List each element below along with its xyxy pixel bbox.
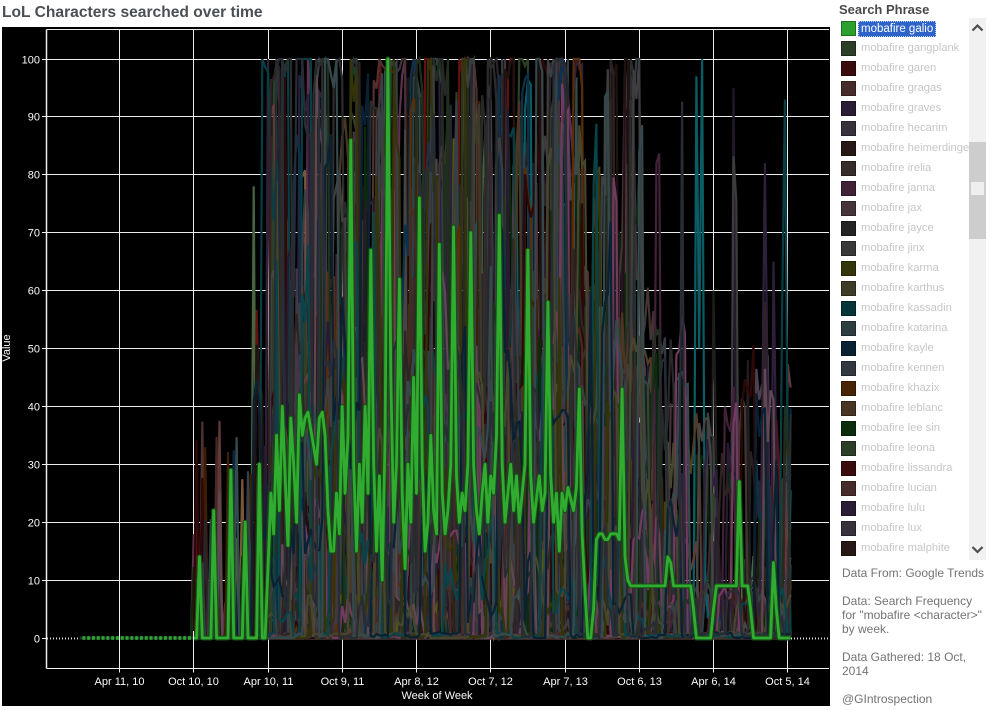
svg-text:Oct 6, 13: Oct 6, 13 (617, 676, 662, 688)
svg-text:10: 10 (28, 576, 40, 588)
svg-text:Apr 7, 13: Apr 7, 13 (543, 676, 588, 688)
svg-text:Oct 5, 14: Oct 5, 14 (765, 676, 810, 688)
svg-text:50: 50 (28, 344, 40, 356)
svg-text:Oct 9, 11: Oct 9, 11 (321, 676, 365, 688)
svg-text:90: 90 (28, 112, 40, 124)
svg-text:Apr 8, 12: Apr 8, 12 (394, 676, 439, 688)
svg-text:Oct 7, 12: Oct 7, 12 (468, 676, 513, 688)
svg-text:70: 70 (28, 228, 40, 240)
svg-text:0: 0 (34, 634, 40, 646)
svg-text:80: 80 (28, 170, 40, 182)
svg-text:30: 30 (28, 460, 40, 472)
svg-text:Value: Value (2, 334, 13, 361)
svg-text:100: 100 (22, 55, 40, 67)
svg-text:40: 40 (28, 402, 40, 414)
svg-text:Apr 10, 11: Apr 10, 11 (244, 676, 294, 688)
svg-text:Oct 10, 10: Oct 10, 10 (168, 676, 219, 688)
svg-text:Week of Week: Week of Week (401, 690, 473, 702)
svg-text:Apr 11, 10: Apr 11, 10 (95, 676, 145, 688)
svg-text:20: 20 (28, 518, 40, 530)
svg-text:60: 60 (28, 286, 40, 298)
svg-text:Apr 6, 14: Apr 6, 14 (691, 676, 736, 688)
